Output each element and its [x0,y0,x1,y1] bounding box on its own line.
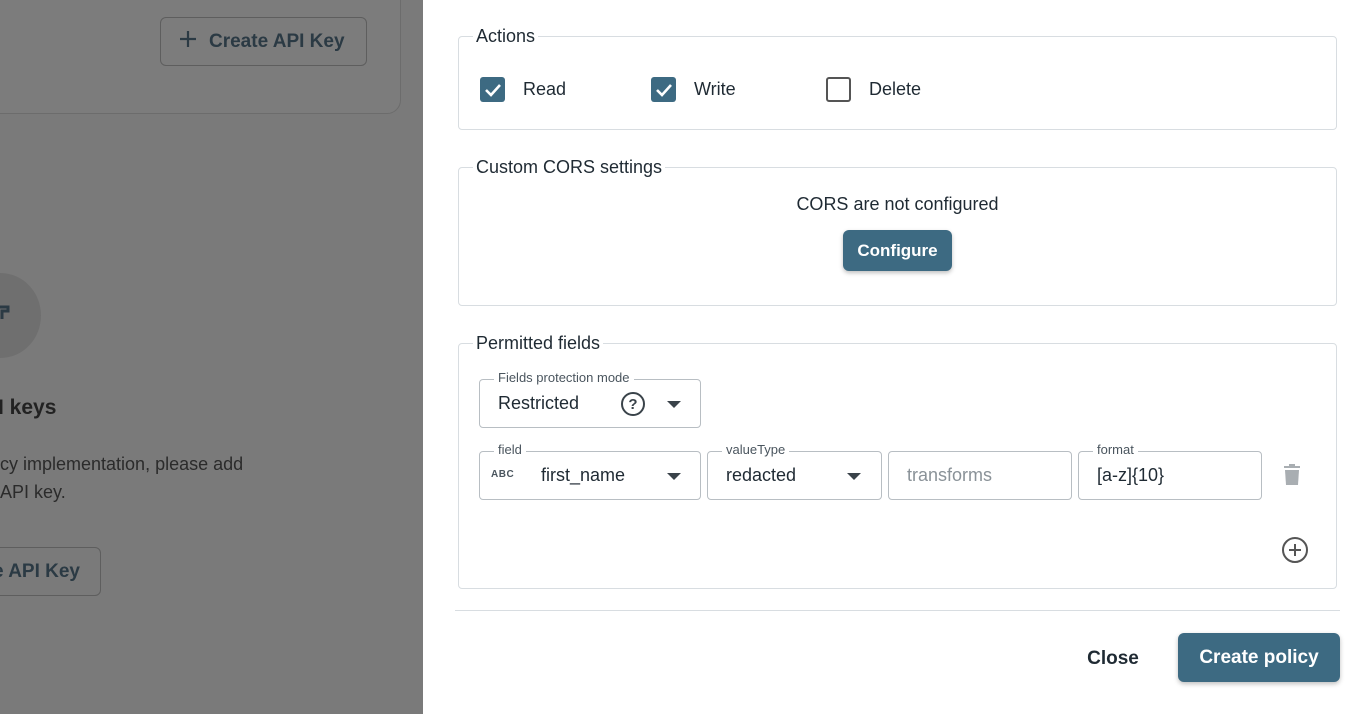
field-label: field [494,442,526,457]
cors-status-text: CORS are not configured [796,194,999,214]
fields-protection-mode-value: Restricted [498,393,580,413]
value-type-value: redacted [726,465,797,485]
help-icon[interactable]: ? [621,392,645,416]
format-label: format [1093,442,1138,457]
format-input[interactable]: format [a-z]{10} [1078,442,1262,500]
transforms-input[interactable]: transforms [888,451,1072,500]
write-label: Write [694,79,736,99]
trash-icon[interactable] [1283,463,1301,490]
value-type-select[interactable]: valueType redacted [707,442,882,500]
read-checkbox[interactable]: Read [480,77,566,102]
text-type-icon: ABC [491,469,515,480]
add-field-icon[interactable] [1281,536,1309,569]
read-label: Read [523,79,567,99]
write-checkbox[interactable]: Write [651,77,736,102]
chevron-down-icon [667,473,681,480]
bg-create-api-key-label-2: e API Key [0,560,80,582]
create-policy-button[interactable]: Create policy [1178,633,1340,682]
fields-protection-mode-label: Fields protection mode [494,370,634,385]
delete-label: Delete [869,79,922,99]
bg-create-api-key-button: Create API Key [160,17,367,66]
field-select[interactable]: field ABC first_name [479,442,701,500]
checkbox-unchecked-icon [826,77,851,102]
bg-create-api-key-button-2: e API Key [0,547,101,596]
value-type-label: valueType [722,442,790,457]
footer-divider [455,610,1340,611]
key-icon [0,305,10,319]
chevron-down-icon [667,401,681,408]
bg-empty-text: cy implementation, please add API key. [0,450,243,506]
background-page: Create API Key I keys cy implementation,… [0,0,423,714]
checkbox-checked-icon [480,77,505,102]
field-value: first_name [541,465,626,485]
checkbox-checked-icon [651,77,676,102]
configure-button[interactable]: Configure [843,230,952,271]
transforms-placeholder: transforms [907,465,993,485]
chevron-down-icon [847,473,861,480]
bg-create-api-key-label: Create API Key [209,30,345,52]
format-value: [a-z]{10} [1097,465,1165,485]
bg-key-icon-circle [0,273,41,358]
bg-text-line1: cy implementation, please add [0,454,244,474]
bg-text-line2: API key. [0,482,66,502]
delete-checkbox[interactable]: Delete [826,77,921,102]
plus-icon [179,30,197,54]
bg-empty-title: I keys [0,396,57,419]
cors-legend: Custom CORS settings [476,157,663,177]
close-button[interactable]: Close [1073,641,1153,677]
permitted-fields-legend: Permitted fields [476,333,601,353]
actions-legend: Actions [476,26,536,46]
policy-drawer: Actions Read Write Delete Custom CORS se… [423,0,1370,714]
fields-protection-mode-select[interactable]: Fields protection mode Restricted ? [479,370,701,428]
